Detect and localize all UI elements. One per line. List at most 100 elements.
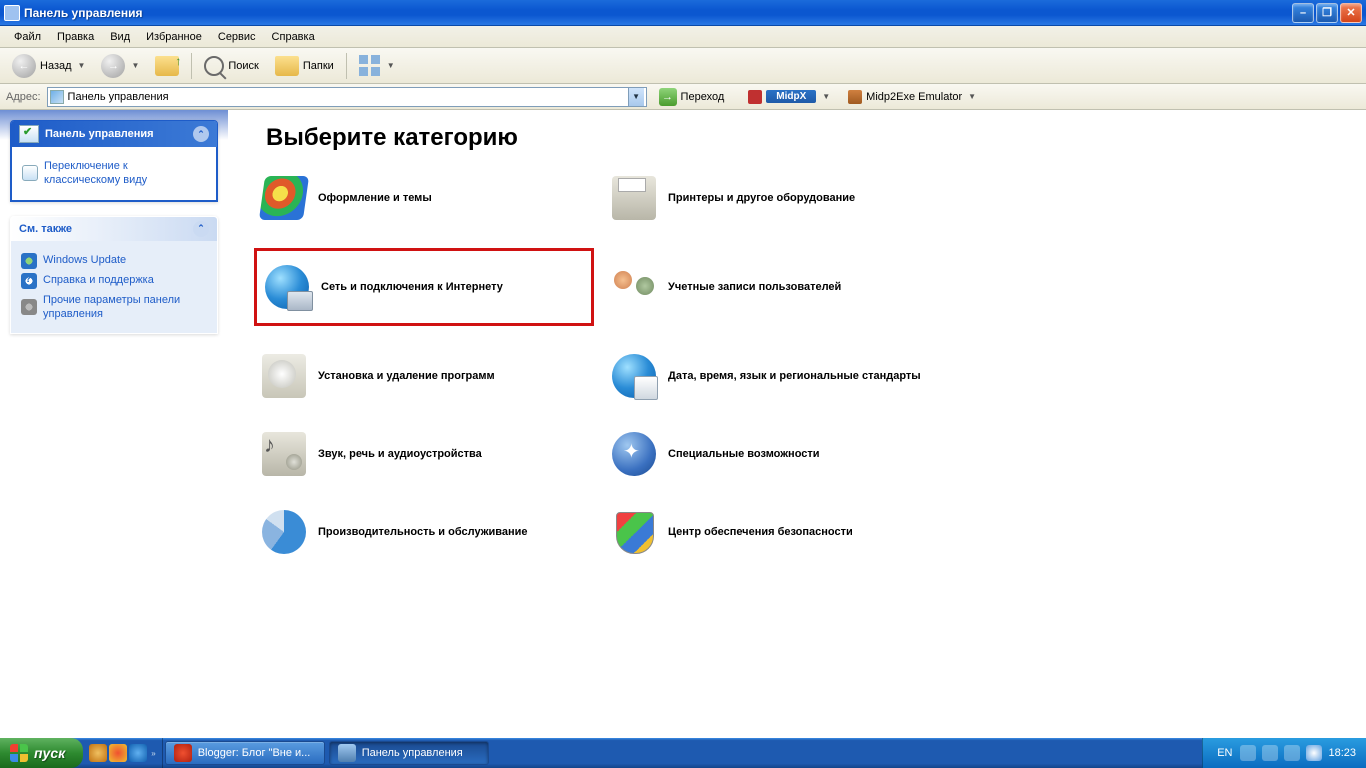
sound-icon	[262, 432, 306, 476]
clock[interactable]: 18:23	[1328, 747, 1356, 759]
window-title: Панель управления	[24, 6, 142, 20]
up-button[interactable]	[149, 52, 185, 80]
task-box-header[interactable]: Панель управления ⌃	[11, 121, 217, 147]
back-icon: ←	[12, 54, 36, 78]
menu-Вид[interactable]: Вид	[102, 29, 138, 45]
search-label: Поиск	[228, 60, 258, 72]
category-label: Звук, речь и аудиоустройства	[318, 448, 482, 460]
tray-icon[interactable]	[1262, 745, 1278, 761]
task-box-title: См. также	[19, 223, 72, 235]
chevron-down-icon: ▼	[968, 92, 976, 101]
views-icon	[359, 55, 381, 77]
task-icon	[338, 744, 356, 762]
folders-label: Папки	[303, 60, 334, 72]
menu-Сервис[interactable]: Сервис	[210, 29, 264, 45]
views-button[interactable]: ▼	[353, 52, 401, 80]
mi-switch-icon	[22, 165, 38, 181]
ql-ie-icon[interactable]	[129, 744, 147, 762]
category-label: Принтеры и другое оборудование	[668, 192, 855, 204]
menu-Правка[interactable]: Правка	[49, 29, 102, 45]
menu-bar: ФайлПравкаВидИзбранноеСервисСправка	[0, 26, 1366, 48]
forward-icon: →	[101, 54, 125, 78]
category-item[interactable]: Центр обеспечения безопасности	[604, 504, 964, 560]
task-box-title: Панель управления	[45, 128, 154, 140]
chevron-down-icon[interactable]: ▼	[628, 88, 644, 106]
search-button[interactable]: Поиск	[198, 52, 264, 80]
users-icon	[612, 265, 656, 309]
chevron-down-icon: ▼	[78, 61, 86, 70]
page-title: Выберите категорию	[266, 124, 1346, 152]
category-item[interactable]: Дата, время, язык и региональные стандар…	[604, 348, 964, 404]
sidebar-link-label: Справка и поддержка	[43, 273, 154, 287]
task-box-header[interactable]: См. также ⌃	[11, 217, 217, 241]
category-item[interactable]: Оформление и темы	[254, 170, 594, 226]
sidebar-link[interactable]: Windows Update	[21, 253, 207, 269]
task-icon	[174, 744, 192, 762]
back-button[interactable]: ← Назад ▼	[6, 52, 91, 80]
start-label: пуск	[34, 745, 65, 761]
network-icon	[265, 265, 309, 309]
category-item[interactable]: Звук, речь и аудиоустройства	[254, 426, 594, 482]
category-item[interactable]: Установка и удаление программ	[254, 348, 594, 404]
volume-icon[interactable]	[1306, 745, 1322, 761]
content-area: Панель управления ⌃ Переключение к классич…	[0, 110, 1366, 738]
separator	[346, 53, 347, 79]
extension-midp2exe[interactable]: Midp2Exe Emulator ▼	[848, 90, 976, 104]
category-label: Производительность и обслуживание	[318, 526, 528, 538]
taskbar-task[interactable]: Blogger: Блог "Вне и...	[165, 741, 325, 765]
window-controls: – ❐ ✕	[1292, 3, 1362, 23]
toolbar: ← Назад ▼ → ▼ Поиск Папки ▼	[0, 48, 1366, 84]
chevron-right-icon[interactable]: »	[151, 749, 155, 758]
menu-Файл[interactable]: Файл	[6, 29, 49, 45]
chevron-up-icon[interactable]: ⌃	[193, 221, 209, 237]
printer-icon	[612, 176, 656, 220]
menu-Справка[interactable]: Справка	[264, 29, 323, 45]
category-item[interactable]: Производительность и обслуживание	[254, 504, 594, 560]
category-item[interactable]: Специальные возможности	[604, 426, 964, 482]
forward-button[interactable]: → ▼	[95, 52, 145, 80]
task-box: Панель управления ⌃ Переключение к классич…	[10, 120, 218, 202]
extension-midpx[interactable]: MidpX ▼	[748, 90, 830, 104]
perf-icon	[262, 510, 306, 554]
task-box-body: Windows Update Справка и поддержка Прочие …	[11, 241, 217, 334]
task-label: Blogger: Блог "Вне и...	[198, 747, 311, 759]
folders-button[interactable]: Папки	[269, 52, 340, 80]
address-value: Панель управления	[68, 91, 628, 103]
maximize-button[interactable]: ❐	[1316, 3, 1338, 23]
address-label: Адрес:	[6, 91, 41, 103]
mi-gear-icon	[21, 299, 37, 315]
separator	[191, 53, 192, 79]
ql-chrome-icon[interactable]	[109, 744, 127, 762]
mi-wu-icon	[21, 253, 37, 269]
close-button[interactable]: ✕	[1340, 3, 1362, 23]
sidebar-link[interactable]: Прочие параметры панели управления	[21, 293, 207, 322]
sidebar-link-label: Переключение к классическому виду	[44, 159, 206, 188]
task-box: См. также ⌃ Windows Update Справка и поддер…	[10, 216, 218, 335]
ql-icon[interactable]	[89, 744, 107, 762]
minimize-button[interactable]: –	[1292, 3, 1314, 23]
language-indicator[interactable]: EN	[1217, 747, 1232, 759]
taskbar-task[interactable]: Панель управления	[329, 741, 489, 765]
task-label: Панель управления	[362, 747, 463, 759]
sidebar-link[interactable]: Переключение к классическому виду	[22, 159, 206, 188]
sidebar-link-label: Прочие параметры панели управления	[43, 293, 207, 322]
folder-up-icon	[155, 56, 179, 76]
tray-icon[interactable]	[1284, 745, 1300, 761]
go-button[interactable]: → Переход	[653, 83, 731, 111]
folder-icon	[275, 56, 299, 76]
tray-icon[interactable]	[1240, 745, 1256, 761]
address-input[interactable]: Панель управления ▼	[47, 87, 647, 107]
sidebar-link[interactable]: Справка и поддержка	[21, 273, 207, 289]
chevron-up-icon[interactable]: ⌃	[193, 126, 209, 142]
windows-logo-icon	[10, 744, 28, 762]
category-item[interactable]: Принтеры и другое оборудование	[604, 170, 964, 226]
midp2exe-icon	[848, 90, 862, 104]
menu-Избранное[interactable]: Избранное	[138, 29, 210, 45]
start-button[interactable]: пуск	[0, 738, 83, 768]
category-item[interactable]: Учетные записи пользователей	[604, 248, 964, 326]
task-buttons: Blogger: Блог "Вне и... Панель управления	[163, 741, 491, 765]
quick-launch: »	[83, 738, 162, 768]
control-panel-icon	[50, 90, 64, 104]
go-arrow-icon: →	[659, 88, 677, 106]
category-item[interactable]: Сеть и подключения к Интернету	[254, 248, 594, 326]
